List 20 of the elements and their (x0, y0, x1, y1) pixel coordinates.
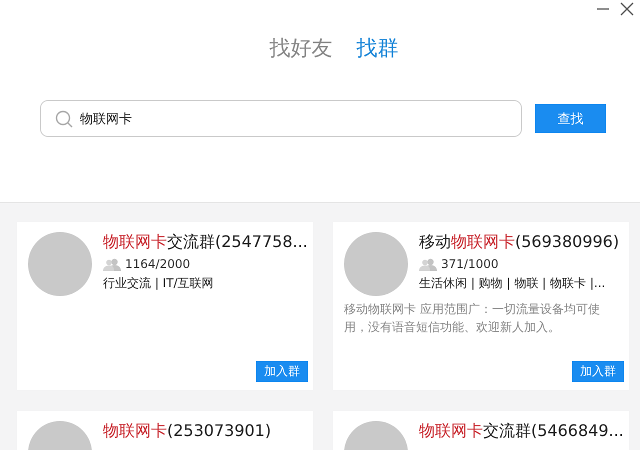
group-title: 物联网卡交流群(2547758... (103, 232, 308, 253)
search-field[interactable]: 物联网卡 (40, 100, 522, 137)
people-icon (419, 258, 437, 270)
people-icon (103, 258, 121, 270)
group-card[interactable]: 物联网卡交流群(2547758... 1164/2000 行业交流 | IT/互联网 加入群 (17, 222, 313, 390)
group-title: 物联网卡(253073901) (103, 421, 272, 442)
group-description: 移动物联网卡 应用范围广：一切流量设备均可使用，没有语音短信功能、欢迎新人加入。 (344, 301, 601, 336)
search-icon (55, 110, 73, 128)
member-count: 1164/2000 (125, 257, 190, 271)
tab[interactable]: 找群 (356, 34, 398, 62)
group-card[interactable]: 物联网卡(253073901) (17, 411, 313, 450)
group-title: 移动物联网卡(569380996) (419, 232, 620, 253)
group-tags: 行业交流 | IT/互联网 (103, 275, 308, 292)
group-tags: 生活休闲 | 购物 | 物联 | 物联卡 |... (419, 275, 620, 292)
tab[interactable]: 找好友 (270, 34, 332, 62)
group-title: 物联网卡交流群(5466849... (419, 421, 624, 442)
member-count: 371/1000 (441, 257, 498, 271)
close-icon[interactable] (620, 2, 634, 16)
group-card[interactable]: 物联网卡交流群(5466849... (333, 411, 629, 450)
group-card[interactable]: 移动物联网卡(569380996) 371/1000 生活休闲 | 购物 | 物联 | 物联卡 |... 移动物联网卡 应用范围广：一切流量设备均可使用，没有语音短信功能、欢迎新人加入。 加入群 (333, 222, 629, 390)
